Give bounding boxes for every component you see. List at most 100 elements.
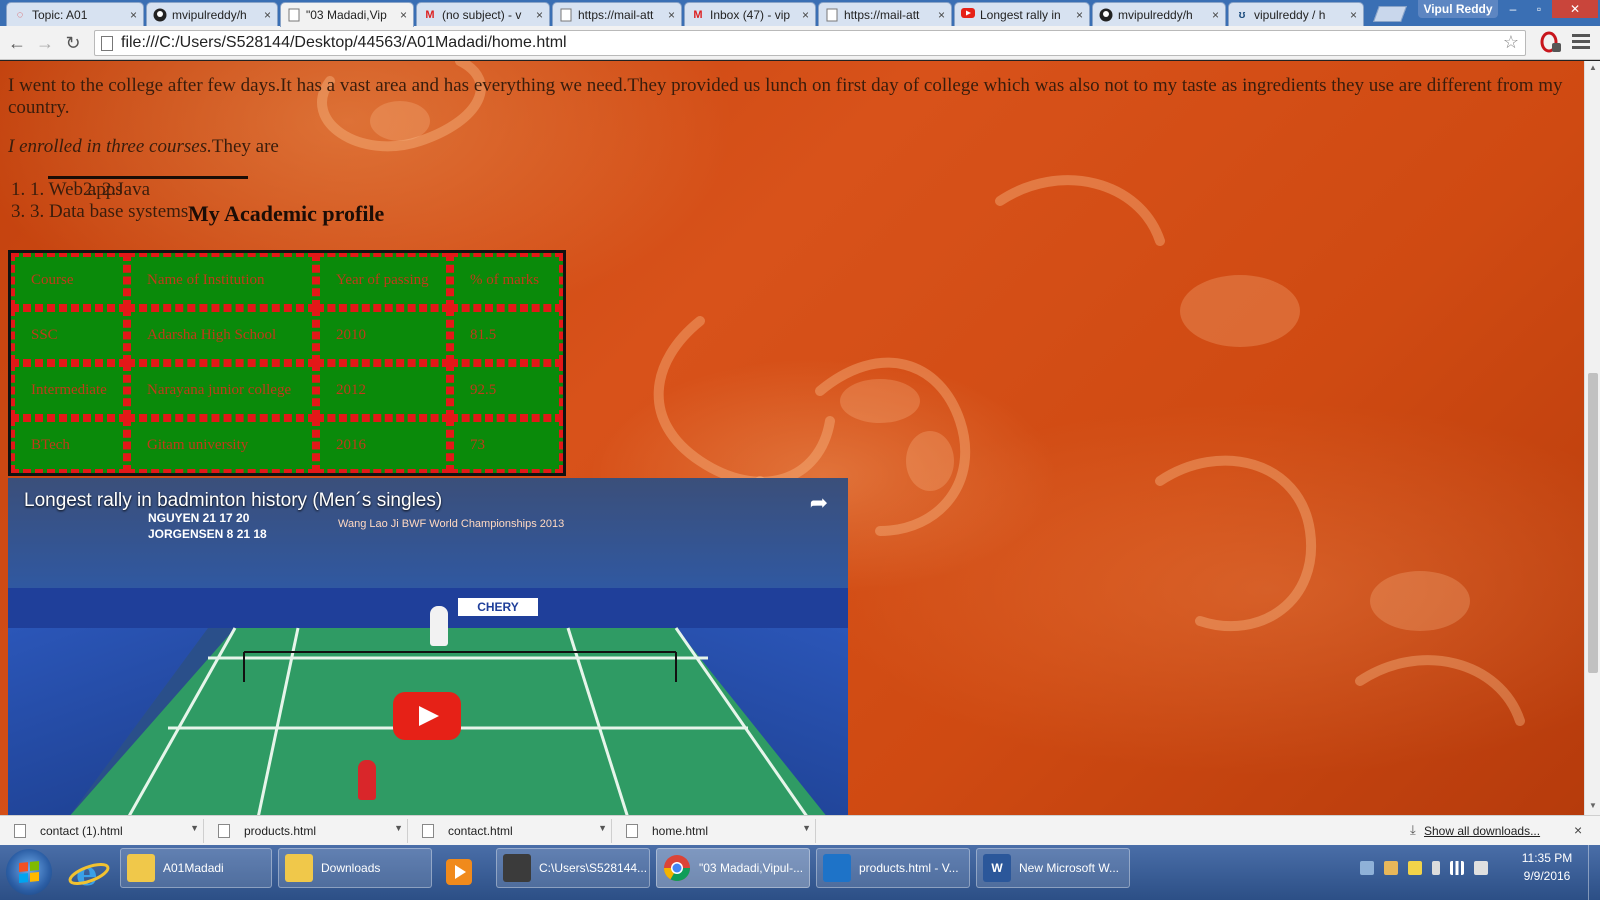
download-item[interactable]: home.html ▼ [616, 819, 816, 843]
tab-close-icon[interactable]: × [536, 8, 543, 22]
battery-icon[interactable] [1432, 861, 1440, 875]
clock-date: 9/9/2016 [1523, 869, 1571, 883]
taskbar-item-word[interactable]: W New Microsoft W... [976, 848, 1130, 888]
action-center-icon[interactable] [1408, 861, 1422, 875]
back-button[interactable]: ← [6, 32, 28, 54]
enroll-italic-text: I enrolled in three courses. [8, 136, 212, 157]
tab-youtube[interactable]: Longest rally in × [954, 2, 1090, 26]
tab-github-2[interactable]: mvipulreddy/h × [1092, 2, 1226, 26]
youtube-embed[interactable]: Wang Lao Ji BWF World Championships 2013… [8, 478, 848, 815]
close-window-button[interactable]: ✕ [1552, 0, 1598, 18]
show-all-downloads-link[interactable]: Show all downloads... [1424, 824, 1540, 838]
tab-title: Longest rally in [980, 7, 1061, 22]
play-button[interactable] [393, 692, 461, 740]
taskbar-label: products.html - V... [859, 861, 959, 875]
download-item[interactable]: products.html ▼ [208, 819, 408, 843]
list-item: 2.Java [102, 179, 150, 201]
tab-close-icon[interactable]: × [802, 8, 809, 22]
video-title[interactable]: Longest rally in badminton history (Men´… [24, 490, 442, 512]
folder-icon [127, 854, 155, 882]
tab-close-icon[interactable]: × [1076, 8, 1083, 22]
forward-button[interactable]: → [34, 32, 56, 54]
chevron-down-icon[interactable]: ▼ [802, 823, 811, 833]
close-icon[interactable]: × [1574, 822, 1582, 838]
reload-button[interactable]: ↻ [62, 32, 84, 54]
score-line: NGUYEN 21 17 20 [148, 511, 250, 525]
show-desktop-button[interactable] [1588, 845, 1600, 900]
taskbar-clock[interactable]: 11:35 PM 9/9/2016 [1512, 849, 1582, 885]
tab-close-icon[interactable]: × [130, 8, 137, 22]
address-bar[interactable]: file:///C:/Users/S528144/Desktop/44563/A… [94, 30, 1526, 56]
tab-title: "03 Madadi,Vip [306, 8, 387, 22]
enroll-line: I enrolled in three courses.They are [8, 136, 279, 158]
download-filename: home.html [652, 824, 709, 838]
video-player-figure [430, 606, 448, 646]
tab-topic-a01[interactable]: ◌ Topic: A01 × [6, 2, 144, 26]
tab-title: vipulreddy / h [1254, 7, 1326, 22]
tray-app-icon[interactable] [1384, 861, 1398, 875]
wifi-signal-icon[interactable] [1450, 861, 1464, 875]
tab-close-icon[interactable]: × [1212, 8, 1219, 22]
tab-bitbucket[interactable]: ʊ vipulreddy / h × [1228, 2, 1364, 26]
tab-gmail-inbox[interactable]: M Inbox (47) - vip × [684, 2, 816, 26]
download-item[interactable]: contact.html ▼ [412, 819, 612, 843]
scrollbar-thumb[interactable] [1588, 373, 1598, 673]
download-shelf: contact (1).html ▼ products.html ▼ conta… [0, 815, 1600, 845]
volume-muted-icon[interactable] [1474, 861, 1488, 875]
document-icon [422, 824, 434, 838]
extension-icon[interactable] [1540, 31, 1562, 53]
tab-home-active[interactable]: "03 Madadi,Vip × [280, 2, 414, 27]
tab-close-icon[interactable]: × [668, 8, 675, 22]
download-item[interactable]: contact (1).html ▼ [4, 819, 204, 843]
tab-title: Topic: A01 [32, 7, 88, 22]
minimize-button[interactable]: – [1500, 0, 1526, 18]
taskbar-item-chrome[interactable]: "03 Madadi,Vipul-... [656, 848, 810, 888]
table-header: Name of Institution [127, 253, 316, 308]
document-icon [218, 824, 230, 838]
table-row: BTech Gitam university 2016 73 [11, 418, 563, 473]
table-row: Intermediate Narayana junior college 201… [11, 363, 563, 418]
new-tab-button[interactable] [1373, 6, 1407, 22]
taskbar-item-a01madadi[interactable]: A01Madadi [120, 848, 272, 888]
internet-explorer-icon[interactable]: e [60, 849, 118, 895]
table-header: % of marks [450, 253, 563, 308]
tab-gmail-1[interactable]: M (no subject) - v × [416, 2, 550, 26]
academic-profile-heading: My Academic profile [188, 201, 385, 226]
tab-title: mvipulreddy/h [1118, 7, 1193, 22]
taskbar-item-downloads[interactable]: Downloads [278, 848, 432, 888]
profile-button[interactable]: Vipul Reddy [1418, 0, 1498, 18]
svg-text:e: e [76, 854, 98, 894]
tab-title: https://mail-att [578, 7, 654, 22]
chevron-down-icon[interactable]: ▼ [190, 823, 199, 833]
tab-title: Inbox (47) - vip [710, 7, 791, 22]
scroll-down-icon[interactable]: ▼ [1589, 801, 1597, 810]
taskbar-item-sublime[interactable]: C:\Users\S528144... [496, 848, 650, 888]
tab-github-1[interactable]: mvipulreddy/h × [146, 2, 278, 26]
share-icon[interactable]: ➦ [810, 490, 828, 516]
chevron-down-icon[interactable]: ▼ [394, 823, 403, 833]
academic-table: Course Name of Institution Year of passi… [8, 250, 566, 476]
windows-logo-icon [19, 860, 39, 884]
tab-mail-att-1[interactable]: https://mail-att × [552, 2, 682, 26]
list-item: 3. Data base systems [30, 201, 188, 223]
bookmark-star-icon[interactable]: ☆ [1503, 32, 1519, 53]
media-player-icon[interactable] [440, 849, 480, 895]
tab-close-icon[interactable]: × [400, 8, 407, 22]
chrome-menu-icon[interactable] [1572, 34, 1590, 52]
tab-close-icon[interactable]: × [938, 8, 945, 22]
taskbar-label: C:\Users\S528144... [539, 861, 648, 875]
table-cell: Gitam university [127, 418, 316, 473]
network-monitor-icon[interactable] [1360, 861, 1374, 875]
tab-close-icon[interactable]: × [1350, 8, 1357, 22]
tab-mail-att-2[interactable]: https://mail-att × [818, 2, 952, 26]
start-button[interactable] [6, 849, 52, 895]
taskbar-item-vscode[interactable]: products.html - V... [816, 848, 970, 888]
scroll-up-icon[interactable]: ▲ [1589, 63, 1597, 72]
taskbar-label: New Microsoft W... [1019, 861, 1120, 875]
download-filename: contact.html [448, 824, 513, 838]
tab-close-icon[interactable]: × [264, 8, 271, 22]
maximize-button[interactable]: ▫ [1526, 0, 1552, 18]
tab-strip: ◌ Topic: A01 × mvipulreddy/h × "03 Madad… [0, 0, 1600, 27]
chevron-down-icon[interactable]: ▼ [598, 823, 607, 833]
page-scrollbar[interactable]: ▲ ▼ [1584, 61, 1600, 815]
